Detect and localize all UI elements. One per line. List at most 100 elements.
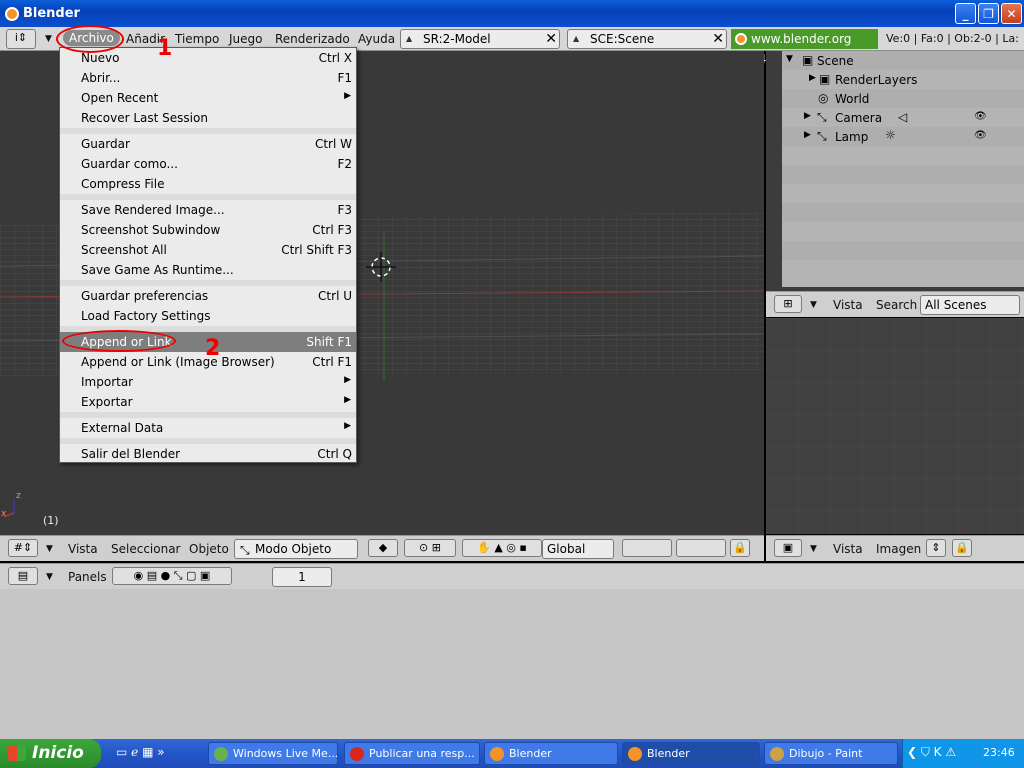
context-tabs[interactable]: ◉ ▤ ● ⤡ ▢ ▣ [112,567,232,585]
outliner[interactable]: ▼ ▣ Scene ▶ ▣ RenderLayers ◎ World ▶ ⤡ C… [782,51,1024,287]
outliner-renderlayers[interactable]: RenderLayers [835,73,917,87]
menu-item-guardar[interactable]: Guardar Ctrl W [60,134,356,154]
menu-label: Screenshot All [81,243,167,257]
task-label: Blender [509,747,552,760]
visibility-eye-icon[interactable]: 👁 [974,130,987,141]
menu-shortcut: F1 [337,71,352,85]
expand-icon[interactable]: ▶ [804,111,811,121]
menu-item-guardar-preferencias[interactable]: Guardar preferencias Ctrl U [60,286,356,306]
paint-icon [770,747,784,761]
image-editor[interactable] [766,318,1024,534]
blender-logo-icon [628,747,642,761]
image-browse-icon[interactable]: ⇕ [926,539,946,557]
collapse-menu-icon[interactable]: ▼ [46,572,53,582]
menu-item-save-rendered-image[interactable]: Save Rendered Image... F3 [60,200,356,220]
menu-label: Guardar preferencias [81,289,209,303]
menu-item-abrir[interactable]: Abrir... F1 [60,68,356,88]
lock-icon[interactable]: 🔒 [952,539,972,557]
image-vista-menu[interactable]: Vista [833,542,863,556]
menu-shortcut: Shift F1 [306,335,352,349]
start-button[interactable]: Inicio [0,739,101,768]
menu-item-exportar[interactable]: Exportar ▶ [60,392,356,412]
collapse-menu-icon[interactable]: ▼ [810,300,817,310]
visibility-eye-icon[interactable]: 👁 [974,111,987,122]
annotation-number-2: 2 [205,336,221,361]
task-label: Windows Live Me... [233,747,338,760]
version-link[interactable]: www.blender.org 249.2 [731,29,878,66]
view3d-vista-menu[interactable]: Vista [68,542,98,556]
minimize-button[interactable]: _ [955,3,976,24]
screen-selector[interactable]: ▲▼ SR:2-Model ✕ [400,29,560,61]
layers-row-1[interactable] [622,539,672,557]
quicklaunch-icons[interactable]: ▭ ℯ ▦ » [116,745,165,759]
delete-scene-icon[interactable]: ✕ [712,30,724,48]
manipulator-icons[interactable]: ✋ ▲ ◎ ▪ [462,539,542,557]
close-button[interactable]: ✕ [1001,3,1022,24]
view3d-object-menu[interactable]: Objeto [189,542,229,556]
menu-label: Abrir... [81,71,121,85]
expand-icon[interactable]: ▶ [809,73,816,83]
frame-number-field[interactable]: 1 [272,567,332,587]
menu-item-importar[interactable]: Importar ▶ [60,372,356,392]
object-mode-icon: ⤡ [240,543,250,557]
submenu-arrow-icon: ▶ [344,421,351,431]
menu-item-salir[interactable]: Salir del Blender Ctrl Q [60,444,356,464]
lock-icon[interactable]: 🔒 [730,539,750,557]
menu-item-screenshot-all[interactable]: Screenshot All Ctrl Shift F3 [60,240,356,260]
layers-row-2[interactable] [676,539,726,557]
menu-tiempo[interactable]: Tiempo [175,32,219,46]
draw-type-icon[interactable]: ◆ [368,539,398,557]
tray-icons[interactable]: ❮ ⛉ K ⚠ [907,745,956,760]
editor-type-image-icon[interactable]: ▣ [774,539,802,557]
collapse-menu-icon[interactable]: ▼ [45,34,52,44]
camera-object-icon: ⤡ [817,110,827,124]
task-blender-2[interactable]: Blender [622,742,760,765]
orientation-select[interactable]: Global [542,539,614,559]
editor-type-3d-icon[interactable]: #⇕ [8,539,38,557]
scene-selector[interactable]: ▲▼ SCE:Scene ✕ [567,29,727,61]
menu-item-compress-file[interactable]: Compress File [60,174,356,194]
filter-value: All Scenes [925,298,987,312]
maximize-button[interactable]: ❐ [978,3,999,24]
pivot-snap-icons[interactable]: ⊙ ⊞ [404,539,456,557]
task-paint[interactable]: Dibujo - Paint [764,742,898,765]
expand-scene-icon[interactable]: ▼ [786,54,793,64]
editor-type-outliner-icon[interactable]: ⊞ [774,295,802,313]
outliner-vista-menu[interactable]: Vista [833,298,863,312]
outliner-world[interactable]: World [835,92,869,106]
outliner-camera[interactable]: Camera [835,111,882,125]
outliner-search-menu[interactable]: Search [876,298,917,312]
annotation-circle-append [62,330,176,352]
menu-label: Guardar como... [81,157,178,171]
expand-icon[interactable]: ▶ [804,130,811,140]
mode-selector[interactable]: ⤡ Modo Objeto [234,539,358,559]
task-publicar[interactable]: Publicar una resp... [344,742,480,765]
panels-menu[interactable]: Panels [68,570,107,584]
task-windows-live[interactable]: Windows Live Me... [208,742,338,765]
editor-type-buttons-icon[interactable]: ▤ [8,567,38,585]
task-blender-1[interactable]: Blender [484,742,618,765]
menu-label: External Data [81,421,164,435]
menu-item-external-data[interactable]: External Data ▶ [60,418,356,438]
menu-item-guardar-como[interactable]: Guardar como... F2 [60,154,356,174]
menu-item-open-recent[interactable]: Open Recent ▶ [60,88,356,108]
outliner-lamp[interactable]: Lamp [835,130,868,144]
menu-juego[interactable]: Juego [229,32,263,46]
menu-item-screenshot-subwindow[interactable]: Screenshot Subwindow Ctrl F3 [60,220,356,240]
menu-ayuda[interactable]: Ayuda [358,32,395,46]
outliner-filter-select[interactable]: All Scenes [920,295,1020,315]
menu-shortcut: Ctrl U [318,289,352,303]
view3d-select-menu[interactable]: Seleccionar [111,542,180,556]
outliner-scene[interactable]: Scene [817,54,854,68]
collapse-menu-icon[interactable]: ▼ [810,544,817,554]
collapse-menu-icon[interactable]: ▼ [46,544,53,554]
menu-item-recover-last-session[interactable]: Recover Last Session [60,108,356,128]
image-imagen-menu[interactable]: Imagen [876,542,921,556]
menu-renderizado[interactable]: Renderizado [275,32,350,46]
menu-item-load-factory-settings[interactable]: Load Factory Settings [60,306,356,326]
menu-item-save-game-as-runtime[interactable]: Save Game As Runtime... [60,260,356,280]
submenu-arrow-icon: ▶ [344,375,351,385]
editor-type-info-icon[interactable]: i⇕ [6,29,36,49]
delete-screen-icon[interactable]: ✕ [545,30,557,48]
menu-shortcut: Ctrl X [318,51,352,65]
